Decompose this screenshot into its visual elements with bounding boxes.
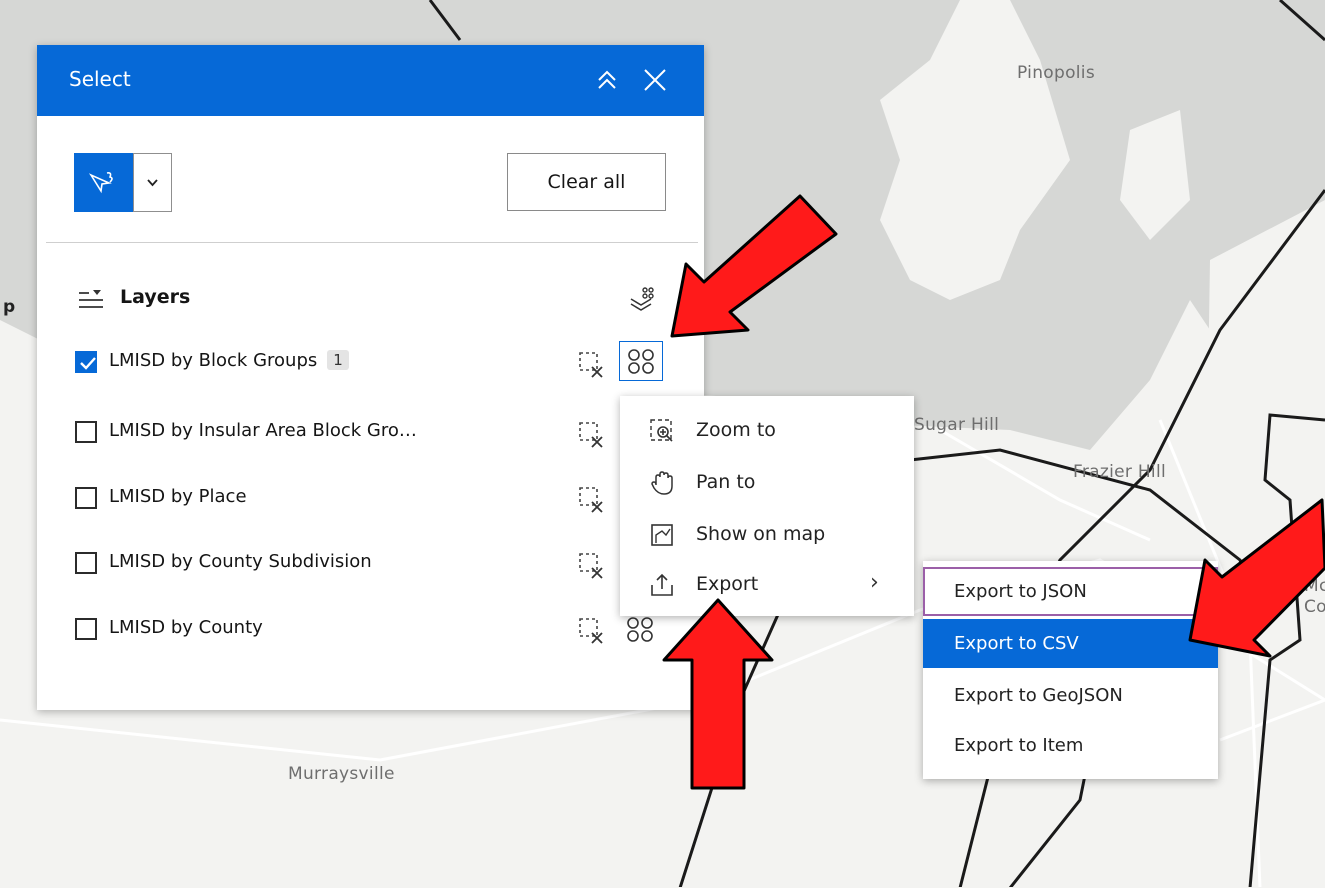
clear-selection-icon[interactable] <box>577 420 607 450</box>
menu-item-show-on-map[interactable]: Show on map <box>620 508 914 558</box>
zoom-to-icon <box>650 419 673 442</box>
layer-name: LMISD by Block Groups 1 <box>109 350 349 371</box>
menu-item-label: Export to Item <box>954 735 1084 756</box>
menu-item-label: Show on map <box>696 523 826 545</box>
pointer-lasso-icon <box>88 172 113 194</box>
layer-options-button[interactable] <box>619 610 663 650</box>
export-submenu: Export to JSON Export to CSV Export to G… <box>923 561 1218 779</box>
menu-item-label: Export to JSON <box>954 581 1087 602</box>
menu-item-label: Export to CSV <box>954 633 1079 654</box>
clear-selection-icon[interactable] <box>577 485 607 515</box>
layer-name: LMISD by Insular Area Block Gro… <box>109 420 417 441</box>
menu-item-export-json[interactable]: Export to JSON <box>923 567 1218 616</box>
layer-name-text: LMISD by Block Groups <box>109 350 318 371</box>
menu-item-pan-to[interactable]: Pan to <box>620 456 914 506</box>
panel-header: Select <box>37 45 704 116</box>
menu-item-label: Pan to <box>696 471 756 493</box>
layer-checkbox[interactable] <box>75 487 97 509</box>
show-on-map-icon <box>651 524 673 546</box>
chevron-right-icon: › <box>870 570 879 595</box>
map-label-mc: Mc <box>1304 576 1325 596</box>
options-grid-icon <box>628 349 654 374</box>
clear-selection-icon[interactable] <box>577 551 607 581</box>
menu-item-export-csv[interactable]: Export to CSV <box>923 619 1218 668</box>
close-icon[interactable] <box>638 63 672 97</box>
divider <box>46 242 698 243</box>
export-icon <box>651 573 673 596</box>
selection-count-badge: 1 <box>327 350 349 370</box>
layer-action-menu: Zoom to Pan to Show on map Export › <box>620 396 914 616</box>
layers-list-icon <box>79 290 103 308</box>
map-label-pinopolis: Pinopolis <box>1017 63 1095 83</box>
map-label-murraysville: Murraysville <box>288 764 395 784</box>
checkmark-icon <box>80 357 96 370</box>
menu-item-export[interactable]: Export › <box>620 558 914 608</box>
layer-checkbox[interactable] <box>75 552 97 574</box>
layer-settings-icon[interactable] <box>627 285 657 313</box>
layer-checkbox[interactable] <box>75 351 97 373</box>
select-panel: Select Clear all Layers LMISD by Block G… <box>37 45 704 710</box>
layer-row[interactable]: LMISD by County <box>75 613 635 647</box>
layer-row[interactable]: LMISD by Place <box>75 482 635 516</box>
map-label-frazier-hill: Frazier Hill <box>1073 462 1166 482</box>
select-tool-button[interactable] <box>74 153 133 212</box>
menu-item-export-item[interactable]: Export to Item <box>923 721 1218 770</box>
layer-row[interactable]: LMISD by County Subdivision <box>75 547 635 581</box>
layer-checkbox[interactable] <box>75 421 97 443</box>
layer-name: LMISD by County <box>109 617 263 638</box>
collapse-icon[interactable] <box>590 63 624 97</box>
select-tool-dropdown[interactable] <box>133 153 172 212</box>
menu-item-export-geojson[interactable]: Export to GeoJSON <box>923 671 1218 720</box>
clear-selection-icon[interactable] <box>577 616 607 646</box>
map-label-p: p <box>3 297 16 317</box>
chevron-down-icon <box>147 179 158 187</box>
clear-selection-icon[interactable] <box>577 350 607 380</box>
layer-name: LMISD by Place <box>109 486 247 507</box>
map-label-co: Co <box>1304 597 1325 617</box>
layer-options-button[interactable] <box>619 341 663 381</box>
layer-row[interactable]: LMISD by Block Groups 1 <box>75 346 635 380</box>
menu-item-label: Zoom to <box>696 419 776 441</box>
menu-item-label: Export to GeoJSON <box>954 685 1123 706</box>
layer-name: LMISD by County Subdivision <box>109 551 372 572</box>
panel-title: Select <box>69 67 131 91</box>
menu-item-label: Export <box>696 573 759 595</box>
menu-item-zoom-to[interactable]: Zoom to <box>620 404 914 454</box>
layer-row[interactable]: LMISD by Insular Area Block Gro… <box>75 416 635 450</box>
clear-all-button[interactable]: Clear all <box>507 153 666 211</box>
layer-checkbox[interactable] <box>75 618 97 640</box>
pan-hand-icon <box>651 471 673 495</box>
map-label-sugar-hill: Sugar Hill <box>914 415 1000 435</box>
layers-title: Layers <box>120 286 191 308</box>
